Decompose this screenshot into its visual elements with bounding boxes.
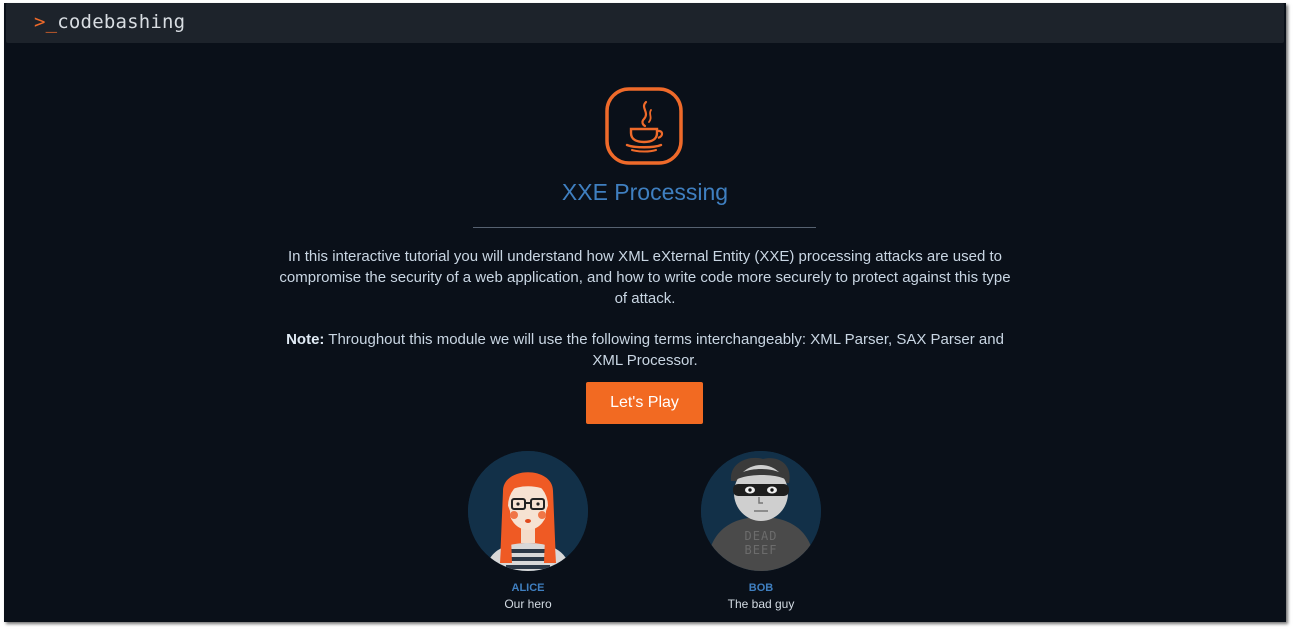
- svg-text:DEAD: DEAD: [745, 529, 778, 543]
- module-note: Note: Throughout this module we will use…: [274, 329, 1016, 371]
- bob-avatar: DEAD BEEF: [701, 451, 821, 571]
- character-name-alice: ALICE: [511, 582, 545, 594]
- module-title: XXE Processing: [561, 179, 729, 205]
- character-role-bob: The bad guy: [727, 597, 795, 611]
- codebashing-logo[interactable]: >_codebashing: [34, 11, 185, 33]
- top-bar: >_codebashing: [6, 3, 1284, 43]
- character-name-bob: BOB: [748, 582, 774, 594]
- title-divider: [473, 227, 816, 228]
- lets-play-button[interactable]: Let's Play: [586, 382, 703, 424]
- logo-prompt: >_: [34, 11, 58, 33]
- svg-text:BEEF: BEEF: [745, 543, 778, 557]
- alice-avatar: [468, 451, 588, 571]
- character-role-alice: Our hero: [504, 597, 552, 611]
- module-intro: In this interactive tutorial you will un…: [279, 248, 1011, 307]
- note-text: Throughout this module we will use the f…: [324, 331, 1004, 369]
- logo-text: codebashing: [57, 11, 186, 33]
- note-label: Note:: [286, 331, 325, 348]
- app-window: >_codebashing XXE Processing In this int…: [4, 3, 1286, 622]
- java-coffee-icon: [604, 86, 684, 166]
